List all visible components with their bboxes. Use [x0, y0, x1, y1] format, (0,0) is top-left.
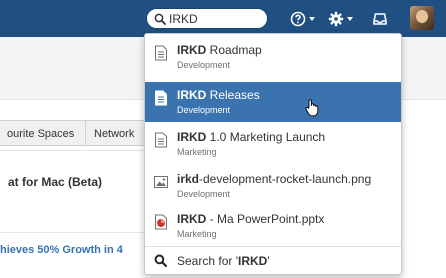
dropdown-divider [145, 246, 401, 247]
image-file-icon [154, 176, 168, 188]
search-result-item[interactable]: IRKD Roadmap Development [145, 37, 401, 77]
hand-cursor-icon [305, 99, 319, 117]
search-results-dropdown: IRKD Roadmap Development IRKD Releases D… [144, 33, 402, 275]
space-title[interactable]: at for Mac (Beta) [8, 175, 102, 189]
search-result-item[interactable]: IRKD - Ma PowerPoint.pptx Marketing [145, 206, 401, 246]
settings-menu-button[interactable] [328, 9, 353, 29]
result-space: Development [177, 105, 231, 115]
result-title: IRKD 1.0 Marketing Launch [177, 130, 326, 144]
search-for-term-link[interactable]: Search for 'IRKD' [145, 248, 401, 274]
result-title: IRKD Releases [177, 88, 260, 102]
page-icon [155, 90, 167, 106]
search-for-label: Search for 'IRKD' [177, 254, 270, 268]
space-tabs: ourite Spaces Network [0, 120, 160, 146]
result-space: Development [177, 189, 231, 199]
chevron-down-icon [309, 17, 315, 21]
search-box[interactable] [146, 8, 268, 29]
news-link[interactable]: hieves 50% Growth in 4 [0, 244, 123, 256]
search-icon [154, 254, 167, 267]
notification-icon [373, 13, 387, 25]
result-title: IRKD Roadmap [177, 43, 262, 57]
search-result-item-selected[interactable]: IRKD Releases Development [145, 82, 401, 122]
chevron-down-icon [347, 17, 353, 21]
divider [0, 150, 160, 151]
result-space: Development [177, 60, 231, 70]
divider [0, 232, 160, 233]
result-space: Marketing [177, 229, 217, 239]
powerpoint-file-icon [155, 214, 167, 230]
notifications-button[interactable] [372, 9, 388, 29]
page-icon [155, 45, 167, 61]
result-title: IRKD - Ma PowerPoint.pptx [177, 212, 325, 226]
help-menu-button[interactable] [290, 9, 315, 29]
user-avatar[interactable] [410, 6, 434, 30]
tab-network[interactable]: Network [85, 120, 147, 146]
search-result-item[interactable]: IRKD 1.0 Marketing Launch Marketing [145, 124, 401, 164]
result-title: irkd-development-rocket-launch.png [177, 172, 372, 186]
result-space: Marketing [177, 147, 217, 157]
gear-icon [328, 11, 344, 27]
search-result-item[interactable]: irkd-development-rocket-launch.png Devel… [145, 166, 401, 206]
search-input[interactable] [169, 11, 261, 27]
search-icon [154, 13, 166, 25]
help-icon [290, 11, 306, 27]
top-navigation-bar [0, 0, 446, 37]
tab-favourite-spaces[interactable]: ourite Spaces [0, 120, 86, 146]
page-icon [155, 132, 167, 148]
